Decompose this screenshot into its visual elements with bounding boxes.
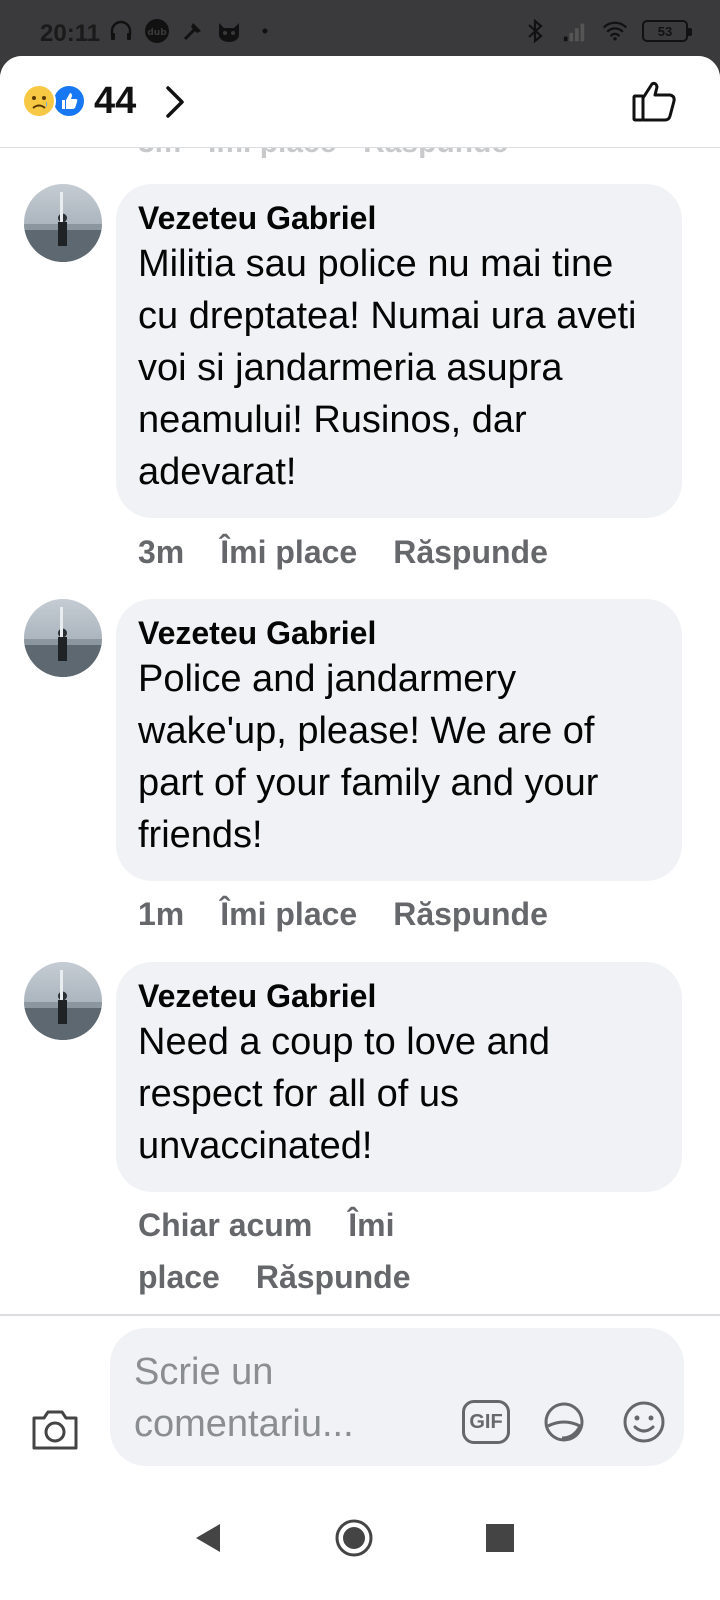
comment-input[interactable]: Scrie un comentariu... GIF (110, 1328, 684, 1466)
reaction-summary[interactable] (22, 84, 88, 120)
chevron-right-icon[interactable] (160, 84, 190, 120)
status-bar: 20:11 dub 53 (0, 0, 720, 60)
comment-time: Chiar acum (138, 1207, 313, 1243)
emoji-icon[interactable] (620, 1398, 668, 1446)
bluetooth-icon (522, 18, 548, 44)
gif-icon[interactable]: GIF (462, 1400, 510, 1444)
wifi-icon (602, 18, 628, 44)
reaction-count[interactable]: 44 (94, 80, 136, 123)
like-reaction-icon (52, 84, 86, 118)
comment-meta: 1m Îmi place Răspunde (138, 888, 584, 940)
battery-icon: 53 (642, 20, 692, 42)
comment-bubble[interactable]: Vezeteu Gabriel Police and jandarmery wa… (116, 599, 682, 881)
dub-icon: dub (144, 18, 170, 44)
nav-recent-icon[interactable] (486, 1524, 514, 1552)
avatar[interactable] (24, 184, 102, 262)
like-link[interactable]: Îmi place (220, 896, 357, 932)
status-time: 20:11 (40, 20, 101, 47)
headphones-icon (108, 18, 134, 44)
comment-meta: 3m Îmi place Răspunde (138, 526, 584, 578)
thumbs-up-icon[interactable] (630, 76, 680, 126)
comment-author[interactable]: Vezeteu Gabriel (138, 198, 658, 238)
comment-bubble[interactable]: Vezeteu Gabriel Militia sau police nu ma… (116, 184, 682, 518)
cat-icon (216, 18, 242, 44)
comment-meta: Chiar acum Îmi place Răspunde (138, 1199, 558, 1303)
sticker-icon[interactable] (540, 1398, 588, 1446)
comment-time: 3m (138, 534, 185, 570)
tool-icon (180, 18, 206, 44)
nav-back-icon[interactable] (192, 1520, 224, 1556)
comment-text: Need a coup to love and respect for all … (138, 1021, 550, 1167)
comment-text: Police and jandarmery wake'up, please! W… (138, 658, 599, 856)
comment-time: 1m (138, 896, 185, 932)
comment-author[interactable]: Vezeteu Gabriel (138, 613, 658, 653)
avatar[interactable] (24, 599, 102, 677)
sad-reaction-icon (22, 84, 56, 118)
system-nav-bar (0, 1474, 720, 1600)
signal-icon (562, 18, 588, 44)
status-icons-left: dub (108, 18, 278, 44)
comment-placeholder: Scrie un comentariu... (134, 1351, 354, 1445)
status-icons-right: 53 (522, 18, 692, 44)
reply-link[interactable]: Răspunde (256, 1259, 411, 1295)
nav-home-icon[interactable] (334, 1518, 374, 1558)
dot-icon (252, 18, 278, 44)
like-link[interactable]: Îmi place (220, 534, 357, 570)
reactions-header: 44 (0, 56, 720, 148)
avatar[interactable] (24, 962, 102, 1040)
comment-author[interactable]: Vezeteu Gabriel (138, 976, 658, 1016)
reply-link[interactable]: Răspunde (393, 534, 548, 570)
comments-sheet: 3m · Îmi place · Răspunde 44 Vezeteu Gab… (0, 56, 720, 1600)
comment-composer: Scrie un comentariu... GIF (0, 1314, 720, 1474)
comment-text: Militia sau police nu mai tine cu drepta… (138, 243, 637, 493)
svg-text:dub: dub (147, 28, 167, 38)
camera-icon[interactable] (30, 1406, 80, 1452)
comment-bubble[interactable]: Vezeteu Gabriel Need a coup to love and … (116, 962, 682, 1192)
reply-link[interactable]: Răspunde (393, 896, 548, 932)
